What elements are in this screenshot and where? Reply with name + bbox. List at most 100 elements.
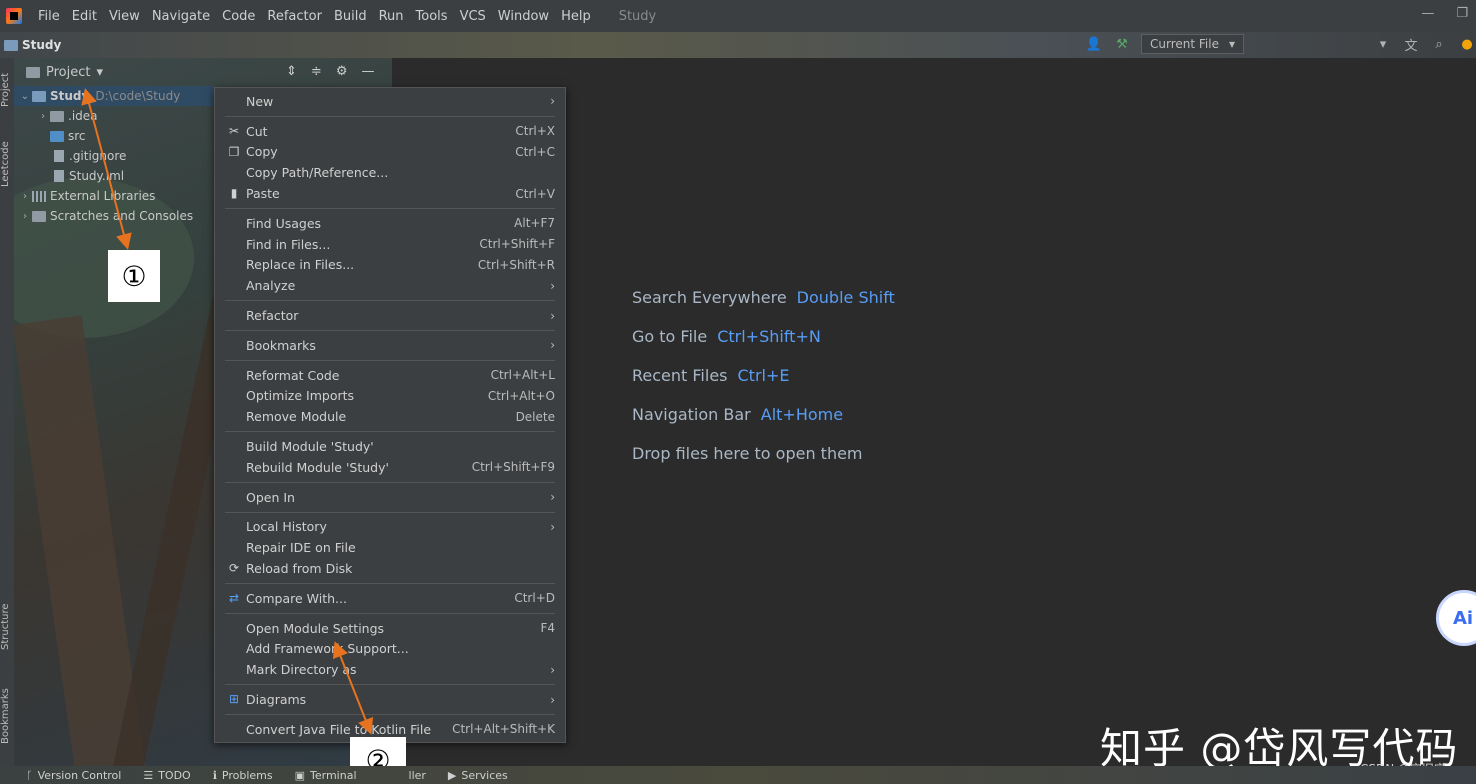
menu-item-shortcut: Ctrl+Shift+F [479, 237, 555, 252]
menu-run[interactable]: Run [373, 9, 410, 24]
menu-item-mark-directory-as[interactable]: Mark Directory as › [215, 659, 565, 680]
context-menu: New › ✂ Cut Ctrl+X ❐ Copy Ctrl+C Copy Pa… [214, 87, 566, 743]
tree-item-label: Study [50, 89, 90, 103]
menu-item-copy-path[interactable]: Copy Path/Reference... [215, 162, 565, 183]
tree-item-label: External Libraries [50, 189, 156, 203]
menu-item-label: New [246, 93, 274, 109]
menu-view[interactable]: View [103, 9, 146, 24]
tool-tab-bookmarks[interactable]: Bookmarks [0, 678, 14, 754]
chevron-right-icon: › [550, 662, 555, 677]
status-version-control[interactable]: ᚴ Version Control [26, 769, 121, 782]
menu-vcs[interactable]: VCS [454, 9, 492, 24]
menu-item-shortcut: Ctrl+Alt+O [487, 388, 555, 403]
status-todo[interactable]: ☰ TODO [143, 769, 190, 782]
tool-tab-leetcode[interactable]: Leetcode [0, 134, 14, 194]
menu-refactor[interactable]: Refactor [261, 9, 328, 24]
info-icon: ℹ [212, 768, 217, 782]
gear-icon[interactable]: ⚙ [336, 64, 348, 79]
source-folder-icon [50, 130, 64, 142]
diagram-icon: ⊞ [228, 692, 240, 707]
tool-tab-structure[interactable]: Structure [0, 596, 14, 658]
menu-item-build-module[interactable]: Build Module 'Study' [215, 436, 565, 457]
menu-item-find-usages[interactable]: Find Usages Alt+F7 [215, 213, 565, 234]
minimize-icon[interactable]: — [1421, 6, 1434, 21]
chevron-down-icon[interactable]: ⌄ [18, 91, 32, 102]
search-icon[interactable]: ⌕ [1430, 35, 1448, 53]
scissors-icon: ✂ [228, 123, 240, 138]
menu-item-cut[interactable]: ✂ Cut Ctrl+X [215, 121, 565, 142]
folder-icon [50, 110, 64, 122]
menu-item-compare-with[interactable]: ⇄ Compare With... Ctrl+D [215, 588, 565, 609]
menu-item-remove-module[interactable]: Remove Module Delete [215, 406, 565, 427]
menu-build[interactable]: Build [328, 9, 373, 24]
restore-icon[interactable]: ❐ [1456, 6, 1468, 21]
tree-item-study[interactable]: ⌄ Study D:\code\Study [14, 86, 214, 106]
file-icon [54, 150, 64, 162]
menu-edit[interactable]: Edit [66, 9, 103, 24]
expand-all-icon[interactable]: ⇕ [286, 64, 297, 79]
menu-navigate[interactable]: Navigate [146, 9, 216, 24]
menu-window[interactable]: Window [492, 9, 555, 24]
menu-item-optimize-imports[interactable]: Optimize Imports Ctrl+Alt+O [215, 386, 565, 407]
chevron-right-icon: › [550, 278, 555, 293]
menu-file[interactable]: File [32, 9, 66, 24]
status-terminal[interactable]: ▣ Terminal [295, 769, 357, 782]
translate-icon[interactable]: 文 [1402, 35, 1420, 54]
chevron-right-icon: › [550, 94, 555, 109]
menu-code[interactable]: Code [216, 9, 261, 24]
menu-item-new[interactable]: New › [215, 91, 565, 112]
update-icon[interactable]: ● [1458, 35, 1476, 53]
chevron-right-icon: › [550, 692, 555, 707]
menu-item-bookmarks[interactable]: Bookmarks › [215, 335, 565, 356]
chevron-right-icon[interactable]: › [36, 111, 50, 122]
menu-item-refactor[interactable]: Refactor › [215, 305, 565, 326]
menu-item-paste[interactable]: ▮ Paste Ctrl+V [215, 183, 565, 204]
menu-separator [215, 112, 565, 121]
run-configuration-select[interactable]: Current File ▾ [1141, 34, 1244, 54]
terminal-icon: ▣ [294, 768, 306, 782]
menu-item-rebuild-module[interactable]: Rebuild Module 'Study' Ctrl+Shift+F9 [215, 457, 565, 478]
hint-key: Ctrl+E [737, 366, 790, 385]
menu-item-replace-in-files[interactable]: Replace in Files... Ctrl+Shift+R [215, 255, 565, 276]
menu-item-open-in[interactable]: Open In › [215, 487, 565, 508]
status-label: Problems [221, 768, 273, 782]
menu-item-find-in-files[interactable]: Find in Files... Ctrl+Shift+F [215, 234, 565, 255]
hint-key: Ctrl+Shift+N [717, 327, 821, 346]
status-label: Services [461, 768, 508, 782]
status-services[interactable]: ▶ Services [448, 769, 508, 782]
menu-item-shortcut: F4 [540, 621, 555, 636]
menu-item-reload-from-disk[interactable]: ⟳ Reload from Disk [215, 558, 565, 579]
hide-icon[interactable]: — [361, 64, 374, 79]
menu-item-add-framework-support[interactable]: Add Framework Support... [215, 639, 565, 660]
ai-assistant-button[interactable]: Ai [1436, 590, 1476, 646]
chevron-right-icon: › [550, 338, 555, 353]
menu-item-analyze[interactable]: Analyze › [215, 275, 565, 296]
status-problems[interactable]: ℹ Problems [213, 769, 273, 782]
chevron-right-icon: › [550, 308, 555, 323]
chevron-right-icon[interactable]: › [18, 191, 32, 202]
menu-item-diagrams[interactable]: ⊞ Diagrams › [215, 689, 565, 710]
ai-label: Ai [1453, 607, 1474, 629]
user-icon[interactable]: 👤 [1085, 35, 1103, 53]
menu-separator [215, 356, 565, 365]
menu-item-local-history[interactable]: Local History › [215, 517, 565, 538]
menu-item-repair-ide[interactable]: Repair IDE on File [215, 537, 565, 558]
menu-item-reformat-code[interactable]: Reformat Code Ctrl+Alt+L [215, 365, 565, 386]
services-icon: ▶ [447, 768, 457, 782]
menu-separator [215, 478, 565, 487]
chevron-down-icon[interactable]: ▾ [1374, 35, 1392, 53]
menu-tools[interactable]: Tools [410, 9, 454, 24]
project-view-selector[interactable]: Project ▾ [26, 65, 103, 80]
window-title: Study [618, 8, 657, 24]
tool-tab-project[interactable]: Project [0, 64, 14, 116]
hammer-icon[interactable]: ⚒ [1113, 35, 1131, 53]
menu-item-copy[interactable]: ❐ Copy Ctrl+C [215, 142, 565, 163]
menu-item-open-module-settings[interactable]: Open Module Settings F4 [215, 618, 565, 639]
tree-item-label: .gitignore [69, 149, 127, 163]
folder-icon [4, 39, 18, 51]
collapse-all-icon[interactable]: ≑ [311, 64, 322, 79]
status-profiler[interactable]: ller [409, 769, 426, 782]
chevron-right-icon[interactable]: › [18, 211, 32, 222]
breadcrumb[interactable]: Study [4, 38, 61, 52]
menu-help[interactable]: Help [555, 9, 597, 24]
